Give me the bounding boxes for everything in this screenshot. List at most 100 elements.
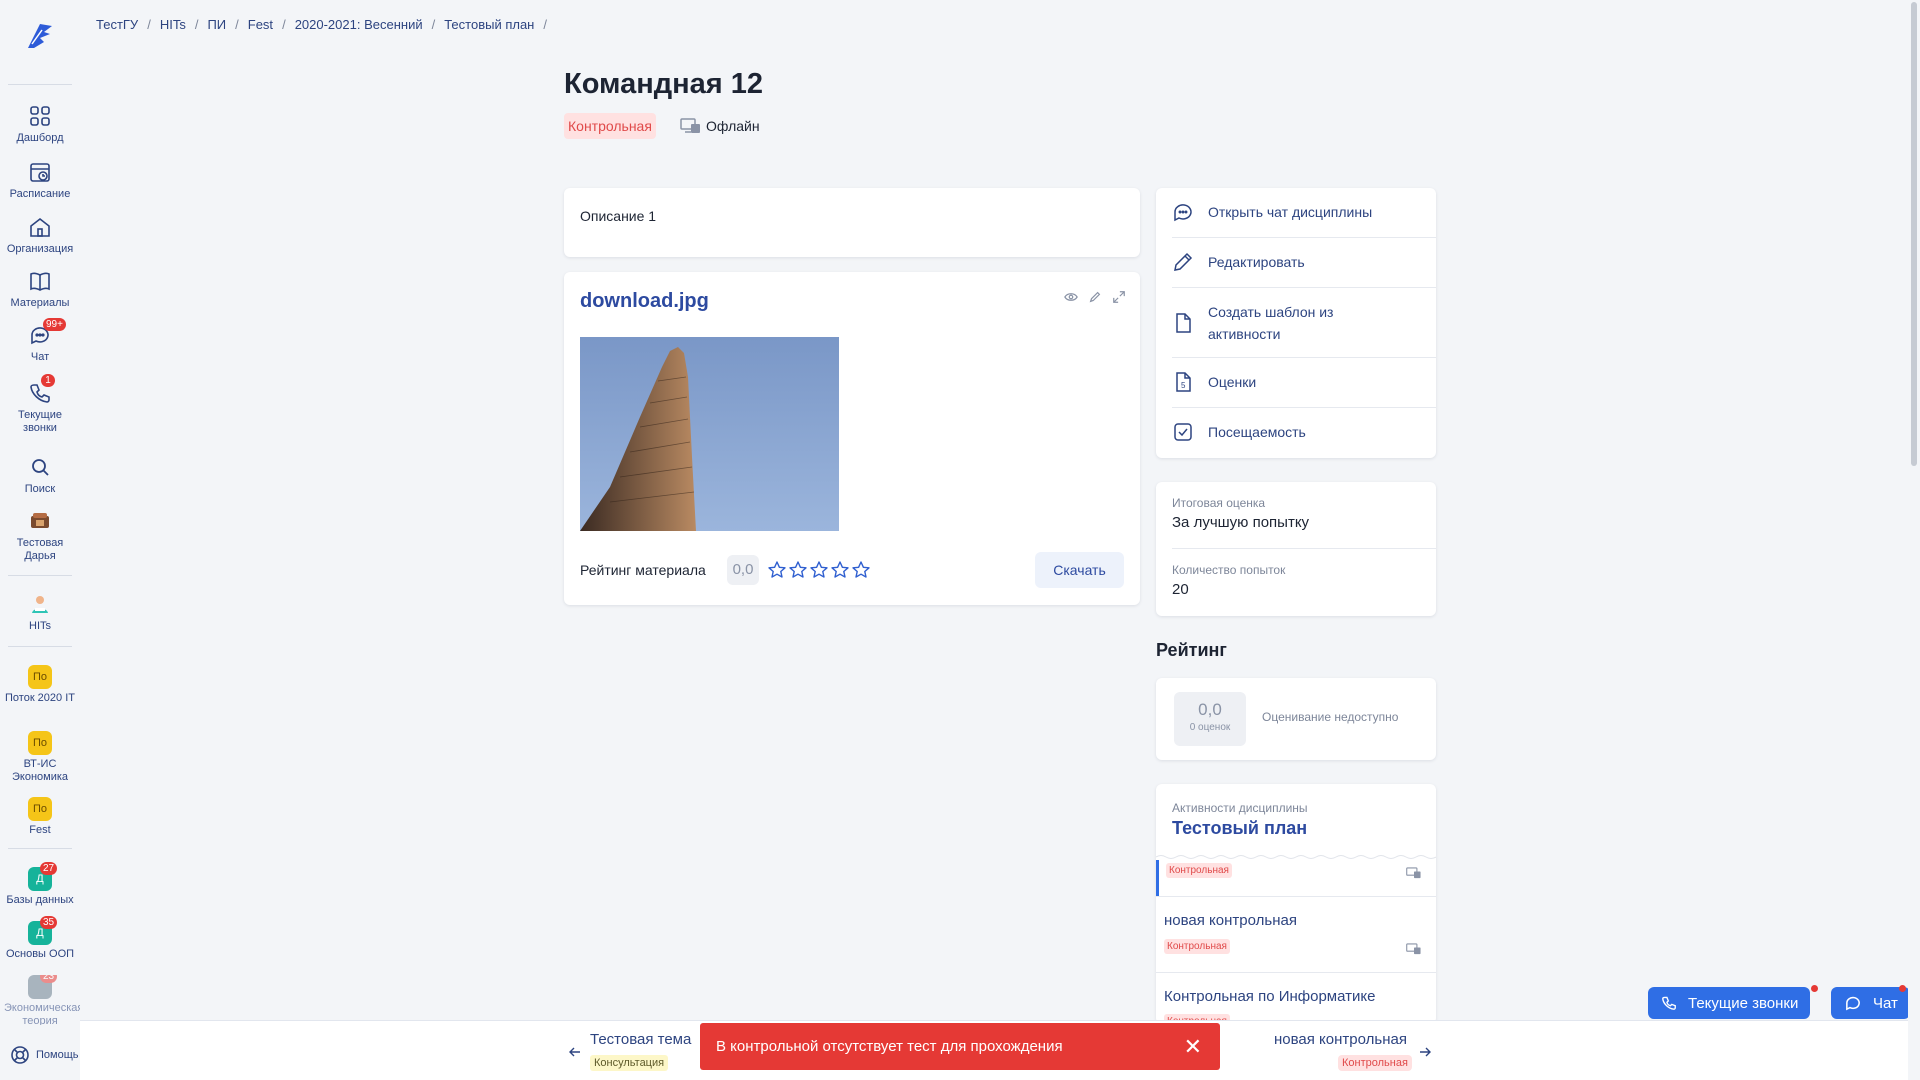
sidebar-item-hits[interactable]: HITs [0,591,80,633]
attempts-value: 20 [1172,581,1189,598]
sidebar-course-3[interactable]: 23 Экономическая теория [0,975,80,1025]
sidebar-item-organization[interactable]: Организация [0,214,80,256]
star-icon[interactable] [830,560,850,580]
pencil-icon[interactable] [1088,290,1102,304]
group-avatar: По [28,665,52,689]
sidebar-course-1[interactable]: Д 27 Базы данных [0,862,80,907]
sidebar-item-label: Чат [30,351,50,363]
star-icon[interactable] [809,560,829,580]
activity-item[interactable]: Контрольная по Информатике [1164,988,1375,1005]
help-label: Помощь [36,1049,79,1061]
sidebar-item-dashboard[interactable]: Дашборд [0,103,80,145]
discipline-activities-card: Активности дисциплины Тестовый план Конт… [1156,784,1436,1024]
arrow-right-icon[interactable] [1418,1045,1432,1059]
breadcrumb: ТестГУ / HITs / ПИ / Fest/ 2020-2021: Весен… [96,17,547,32]
page-title: Командная 12 [564,68,764,100]
rating-score: 0,0 [1198,700,1222,719]
current-calls-button[interactable]: Текущие звонки [1648,987,1811,1019]
chat-button[interactable]: Чат [1831,987,1910,1019]
description-text: Описание 1 [580,208,657,224]
sidebar-group-3[interactable]: По Fest [0,797,80,837]
sidebar-group-2[interactable]: По ВТ-ИС Экономика [0,731,80,784]
download-button[interactable]: Скачать [1035,552,1124,588]
attempts-label: Количество попыток [1172,563,1286,577]
activities-title[interactable]: Тестовый план [1172,818,1307,839]
breadcrumb-item[interactable]: HITs [160,17,186,32]
sidebar-course-2[interactable]: Д 35 Основы ООП [0,916,80,961]
edit-action[interactable]: Редактировать [1172,251,1420,273]
phone-icon: 1 [27,374,55,406]
notification-dot [1811,985,1818,992]
breadcrumb-item[interactable]: Fest [248,17,273,32]
file-actions [1064,290,1126,304]
scrollbar-thumb[interactable] [1911,2,1917,466]
home-icon [27,214,53,240]
breadcrumb-item[interactable]: Тестовый план [444,17,534,32]
course-badge: 35 [40,916,58,929]
breadcrumb-item[interactable]: ПИ [207,17,226,32]
svg-text:5: 5 [1181,381,1186,390]
calendar-clock-icon [27,159,53,185]
breadcrumb-item[interactable]: 2020-2021: Весенний [295,17,423,32]
group-avatar: По [28,797,52,821]
close-icon[interactable]: ✕ [1184,1023,1202,1070]
star-icon[interactable] [851,560,871,580]
offline-icon [1406,943,1421,955]
sidebar-item-chat[interactable]: 99+ Чат [0,318,80,364]
eye-icon[interactable] [1064,290,1078,304]
sidebar-item-label: Дашборд [16,132,64,144]
sidebar-item-calls[interactable]: 1 Текущие звонки [0,374,80,435]
breadcrumb-item[interactable]: ТестГУ [96,17,138,32]
rating-card: 0,0 0 оценок Оценивание недоступно [1156,678,1436,760]
action-label: Открыть чат дисциплины [1208,204,1373,220]
action-label: Создать шаблон из активности [1208,304,1334,342]
sidebar-item-label: Организация [6,243,74,255]
expand-icon[interactable] [1112,290,1126,304]
sidebar-item-label: Экономическая теория [4,1002,80,1025]
app-logo[interactable] [22,18,58,54]
star-rating[interactable] [767,560,871,580]
offline-icon [680,118,700,133]
rating-count: 0 оценок [1189,722,1231,733]
attendance-action[interactable]: Посещаемость [1172,421,1420,443]
mode-label: Офлайн [706,118,760,134]
chat-label: Чат [1873,994,1898,1012]
activity-tag: Контрольная [1164,939,1230,954]
sidebar-item-profile[interactable]: Тестовая Дарья [0,508,80,563]
offline-icon [1406,867,1421,879]
activities-subtitle: Активности дисциплины [1172,801,1308,815]
sidebar-item-materials[interactable]: Материалы [0,268,80,310]
file-preview-image[interactable] [580,337,839,531]
file-name-link[interactable]: download.jpg [580,290,709,313]
grades-action[interactable]: 5 Оценки [1172,371,1420,393]
next-activity-link[interactable]: новая контрольная [1274,1031,1407,1048]
divider [8,646,72,647]
arrow-left-icon[interactable] [568,1045,582,1059]
star-icon[interactable] [788,560,808,580]
sidebar-group-1[interactable]: По Поток 2020 IT [0,665,80,705]
mode-indicator: Офлайн [680,117,760,135]
rating-value: 0,0 [727,555,759,585]
prev-activity-link[interactable]: Тестовая тема [590,1031,691,1048]
star-icon[interactable] [767,560,787,580]
create-template-action[interactable]: Создать шаблон из активности [1172,301,1420,345]
description-card: Описание 1 [564,188,1140,257]
final-grade-value: За лучшую попытку [1172,514,1310,531]
course-avatar: Д 35 [28,916,58,945]
sidebar-item-search[interactable]: Поиск [0,454,80,496]
prev-activity-tag: Консультация [590,1055,669,1071]
divider [8,575,72,576]
action-label: Посещаемость [1208,424,1306,440]
help-link[interactable]: Помощь [10,1045,79,1065]
sidebar-item-label: ВТ-ИС Экономика [11,758,69,783]
sidebar-item-schedule[interactable]: Расписание [0,159,80,201]
chat-bubble-icon [1174,204,1192,222]
sidebar-item-label: Поиск [24,483,56,495]
sidebar-item-label: Тестовая Дарья [16,537,64,562]
activity-item[interactable]: новая контрольная [1164,912,1297,929]
activity-tag: Контрольная [1166,863,1232,878]
action-label: Оценки [1208,374,1257,390]
rating-heading: Рейтинг [1156,640,1227,660]
next-activity-tag: Контрольная [1338,1055,1412,1071]
open-chat-action[interactable]: Открыть чат дисциплины [1172,201,1420,223]
